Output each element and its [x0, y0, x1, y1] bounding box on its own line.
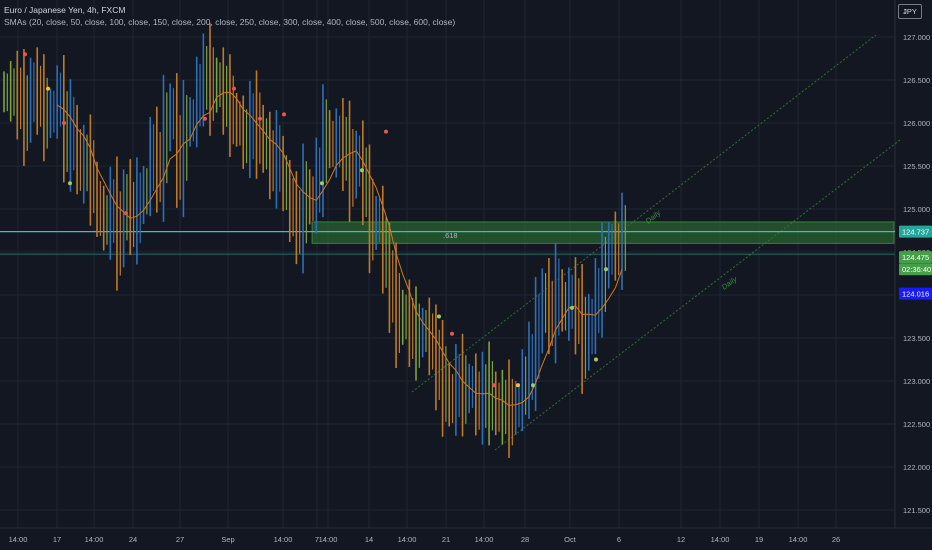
- signal-dot[interactable]: [68, 181, 72, 186]
- countdown-badge-text: 02:36:40: [902, 265, 931, 274]
- time-axis-label: 19: [755, 535, 763, 544]
- signal-dot[interactable]: [604, 267, 608, 272]
- time-axis-label: 14:00: [475, 535, 494, 544]
- line-price-badge-text: 124.475: [902, 253, 929, 262]
- signal-dot[interactable]: [203, 116, 207, 121]
- candlestick-chart[interactable]: 127.000126.500126.000125.500125.000124.5…: [0, 0, 932, 550]
- chart-header: Euro / Japanese Yen, 4h, FXCM SMAs (20, …: [4, 4, 455, 28]
- symbol-title: Euro / Japanese Yen, 4h, FXCM: [4, 5, 126, 15]
- time-axis-label: Oct: [564, 535, 577, 544]
- price-axis-label: 122.000: [903, 463, 930, 472]
- time-axis-label: 24: [129, 535, 137, 544]
- signal-dot[interactable]: [282, 112, 286, 117]
- time-axis-label: 6: [617, 535, 621, 544]
- signal-dot[interactable]: [258, 116, 262, 121]
- chart-area[interactable]: Euro / Japanese Yen, 4h, FXCM SMAs (20, …: [0, 0, 932, 550]
- signal-dot[interactable]: [23, 52, 27, 57]
- time-axis-label: 12: [677, 535, 685, 544]
- time-axis-label: Sep: [221, 535, 234, 544]
- indicator-legend[interactable]: SMAs (20, close, 50, close, 100, close, …: [4, 16, 455, 28]
- price-axis-label: 125.000: [903, 205, 930, 214]
- price-axis-label: 126.500: [903, 76, 930, 85]
- signal-dot[interactable]: [437, 314, 441, 319]
- lower-price-badge-text: 124.016: [902, 290, 929, 299]
- signal-dot[interactable]: [594, 357, 598, 362]
- signal-dot[interactable]: [492, 383, 496, 388]
- time-axis-label: 27: [176, 535, 184, 544]
- current-price-badge-text: 124.737: [902, 228, 929, 237]
- price-axis-label: 126.000: [903, 119, 930, 128]
- time-axis-label: 26: [832, 535, 840, 544]
- time-axis-label: 14:00: [398, 535, 417, 544]
- price-axis-label: 121.500: [903, 506, 930, 515]
- time-axis-label: 14:00: [711, 535, 730, 544]
- signal-dot[interactable]: [232, 86, 236, 91]
- fib-level-label: .618: [443, 231, 458, 240]
- signal-dot[interactable]: [360, 168, 364, 173]
- signal-dot[interactable]: [384, 129, 388, 134]
- time-axis-label: 14:00: [789, 535, 808, 544]
- price-axis-label: 127.000: [903, 33, 930, 42]
- time-axis-label: 28: [521, 535, 529, 544]
- price-axis-label: 123.000: [903, 377, 930, 386]
- price-axis-label: 123.500: [903, 334, 930, 343]
- time-axis-label: 14:00: [319, 535, 338, 544]
- signal-dot[interactable]: [62, 121, 66, 125]
- price-axis-label: 122.500: [903, 420, 930, 429]
- signal-dot[interactable]: [450, 331, 454, 336]
- signal-dot[interactable]: [531, 383, 535, 388]
- signal-dot[interactable]: [516, 383, 520, 388]
- currency-badge[interactable]: JPY: [898, 4, 922, 19]
- signal-dot[interactable]: [124, 211, 128, 216]
- time-axis-label: 14: [365, 535, 373, 544]
- signal-dot[interactable]: [46, 86, 50, 91]
- price-zone[interactable]: [311, 221, 895, 244]
- time-axis-label: 14:00: [9, 535, 28, 544]
- signal-dot[interactable]: [570, 305, 574, 310]
- time-axis-label: 14:00: [85, 535, 104, 544]
- time-axis-label: 21: [442, 535, 450, 544]
- signal-dot[interactable]: [320, 181, 324, 186]
- time-axis-label: 17: [53, 535, 61, 544]
- price-axis-label: 125.500: [903, 162, 930, 171]
- time-axis-label: 14:00: [274, 535, 293, 544]
